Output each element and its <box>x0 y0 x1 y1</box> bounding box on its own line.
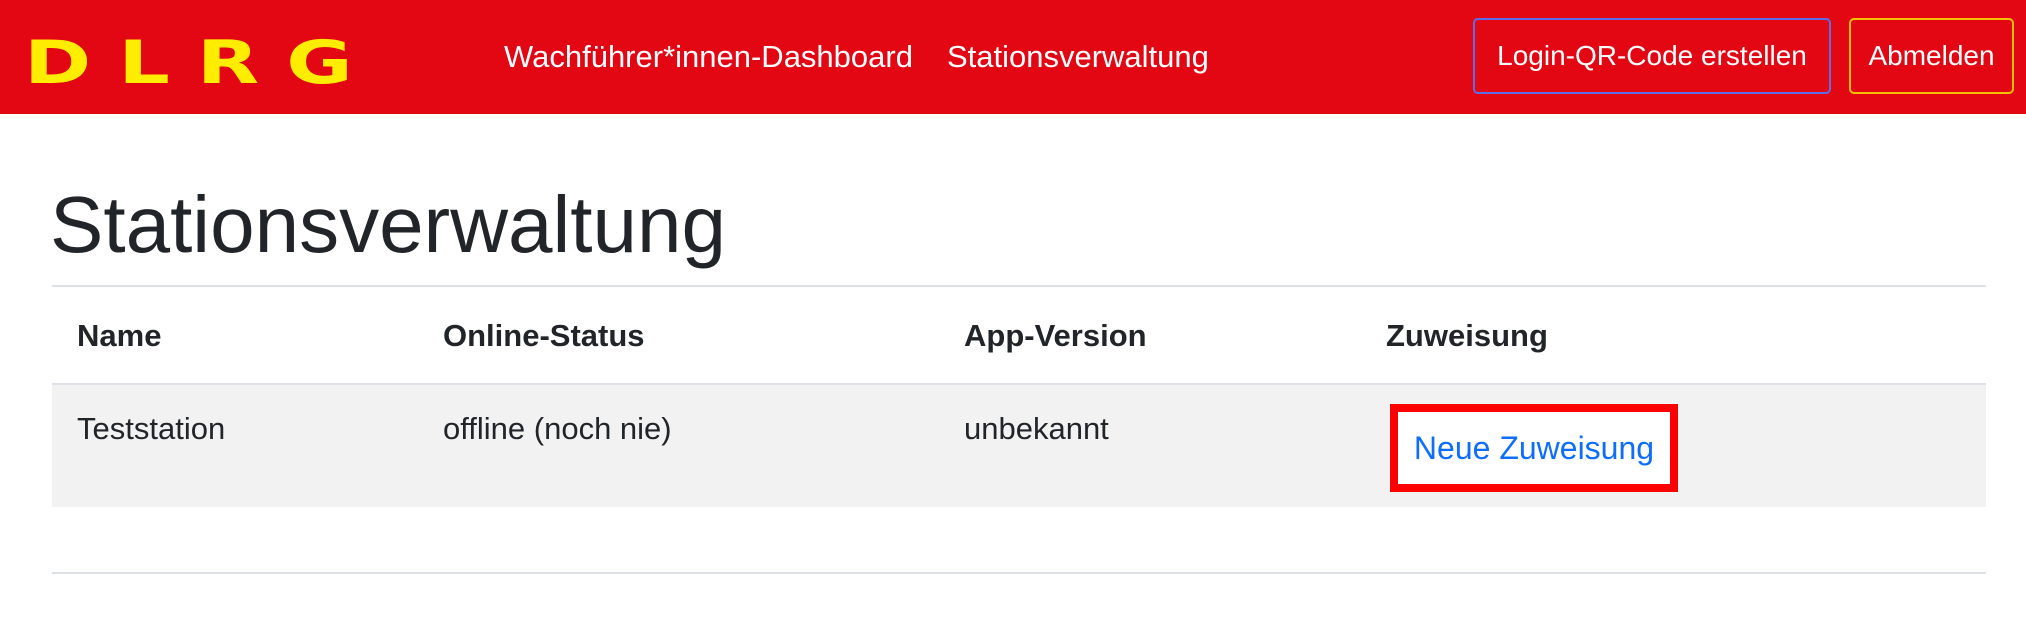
dlrg-logo[interactable]: DLRG <box>24 33 380 93</box>
header-assignment: Zuweisung <box>1386 318 1548 353</box>
table-row: Teststation offline (noch nie) unbekannt… <box>52 385 1986 507</box>
cell-online-status: offline (noch nie) <box>443 411 672 446</box>
nav-link-dashboard[interactable]: Wachführer*innen-Dashboard <box>504 34 913 80</box>
header-app-version: App-Version <box>964 318 1147 353</box>
header-online-status: Online-Status <box>443 318 645 353</box>
cell-app-version: unbekannt <box>964 411 1109 446</box>
new-assignment-link[interactable]: Neue Zuweisung <box>1414 430 1654 467</box>
table-header: Name Online-Status App-Version Zuweisung <box>52 287 1986 385</box>
page-title: Stationsverwaltung <box>50 180 726 269</box>
divider-bottom <box>52 572 1986 574</box>
highlight-box: Neue Zuweisung <box>1390 404 1678 492</box>
create-login-qr-button[interactable]: Login-QR-Code erstellen <box>1473 18 1831 94</box>
header-name: Name <box>77 318 162 353</box>
logout-button[interactable]: Abmelden <box>1849 18 2014 94</box>
stations-table: Name Online-Status App-Version Zuweisung… <box>52 287 1986 507</box>
top-navbar: DLRG Wachführer*innen-Dashboard Stations… <box>0 0 2026 114</box>
nav-links: Wachführer*innen-Dashboard Stationsverwa… <box>504 34 1243 80</box>
cell-station-name: Teststation <box>77 411 226 446</box>
nav-link-stationsverwaltung[interactable]: Stationsverwaltung <box>947 34 1209 80</box>
